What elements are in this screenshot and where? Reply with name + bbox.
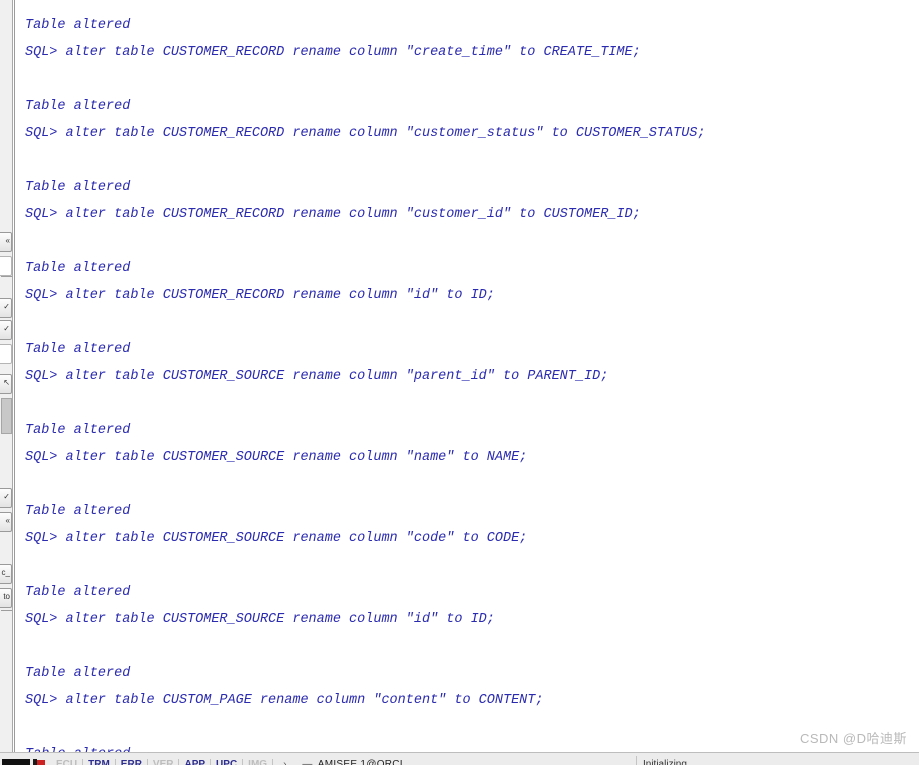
toolbar-button-tool-check-1[interactable]: ✓ <box>0 298 12 318</box>
toolbar-button-tool-label-c[interactable]: c_ <box>0 564 12 584</box>
toolbar-button-run-script[interactable]: « <box>0 232 12 252</box>
console-command-line: SQL> alter table CUSTOM_PAGE rename colu… <box>25 693 544 708</box>
tool-label-to-icon: to <box>3 592 10 601</box>
console-result-line: Table altered <box>25 99 131 114</box>
console-result-line: Table altered <box>25 423 131 438</box>
toolbar-scroll-thumb[interactable] <box>1 398 12 434</box>
console-command-line: SQL> alter table CUSTOMER_SOURCE rename … <box>25 531 528 546</box>
status-message: Initializing... <box>643 758 696 765</box>
status-indicator-err[interactable]: ERR <box>116 758 148 765</box>
status-indicator-upc[interactable]: UPC <box>211 758 244 765</box>
connection-name: AMISEE 1@ORCL <box>317 758 406 765</box>
vertical-toolbar-strip[interactable]: « ✓ ✓ ↖ ✓ « c_to <box>0 0 13 752</box>
toolbar-button-tool-collapse[interactable]: « <box>0 512 12 532</box>
status-bar-right: Initializing... <box>636 756 695 765</box>
console-result-line: Table altered <box>25 342 131 357</box>
console-result-line: Table altered <box>21 741 919 752</box>
console-command-line: SQL> alter table CUSTOMER_RECORD rename … <box>25 126 706 141</box>
console-result-line: Table altered <box>25 180 131 195</box>
console-command-line: SQL> alter table CUSTOMER_SOURCE rename … <box>25 612 495 627</box>
tool-check-3-icon: ✓ <box>3 492 10 501</box>
toolbar-separator <box>1 276 12 277</box>
status-indicator-ecu[interactable]: ECU <box>51 758 84 765</box>
status-indicator-ver[interactable]: VER <box>148 758 180 765</box>
script-output-pane[interactable]: Table altered SQL> alter table CUSTOMER_R… <box>14 0 919 752</box>
console-result-line: Table altered <box>25 18 131 33</box>
watermark: CSDN @D哈迪斯 <box>799 731 907 746</box>
tool-collapse-icon: « <box>5 516 10 525</box>
toolbar-button-tool-label-to[interactable]: to <box>0 588 12 608</box>
toolbar-button-tool-check-3[interactable]: ✓ <box>0 488 12 508</box>
console-result-line: Table altered <box>25 666 131 681</box>
console-command-line: SQL> alter table CUSTOMER_RECORD rename … <box>25 45 641 60</box>
console-result-line: Table altered <box>25 504 131 519</box>
toolbar-button-tool-blank-2[interactable] <box>0 344 12 364</box>
tool-label-c-icon: c_ <box>1 568 10 577</box>
console-command-line: SQL> alter table CUSTOMER_SOURCE rename … <box>25 369 609 384</box>
sql-console-window: « ✓ ✓ ↖ ✓ « c_to Table altered SQL> alter table… <box>0 0 919 765</box>
tool-arrow-1-icon: ↖ <box>3 378 10 387</box>
connection-dash: — <box>302 758 313 765</box>
toolbar-separator <box>1 610 12 611</box>
console-command-line: SQL> alter table CUSTOMER_RECORD rename … <box>25 288 495 303</box>
script-output-text[interactable]: Table altered SQL> alter table CUSTOMER_R… <box>15 0 919 752</box>
connection-status[interactable]: — AMISEE 1@ORCL <box>296 759 411 765</box>
status-bar-left: ECU TRM ERR VER APP UPC IMG › — AMISEE 1@ORCL <box>0 756 412 765</box>
console-command-line: SQL> alter table CUSTOMER_SOURCE rename … <box>25 450 528 465</box>
console-command-line: SQL> alter table CUSTOMER_RECORD rename … <box>25 207 641 222</box>
status-indicator-app[interactable]: APP <box>179 758 212 765</box>
toolbar-button-tool-check-2[interactable]: ✓ <box>0 320 12 340</box>
tool-check-1-icon: ✓ <box>3 302 10 311</box>
color-swatch-icon <box>2 759 30 765</box>
status-bar: ECU TRM ERR VER APP UPC IMG › — AMISEE 1@ORCL I… <box>0 752 919 765</box>
flag-icon <box>33 759 45 765</box>
run-script-icon: « <box>5 236 10 245</box>
tool-check-2-icon: ✓ <box>3 324 10 333</box>
console-result-line: Table altered <box>25 261 131 276</box>
toolbar-button-tool-blank-1[interactable] <box>0 256 12 276</box>
status-indicator-img[interactable]: IMG <box>243 758 274 765</box>
status-arrow-icon[interactable]: › <box>273 759 296 765</box>
status-indicator-trm[interactable]: TRM <box>83 758 116 765</box>
console-result-line: Table altered <box>25 585 131 600</box>
toolbar-button-tool-arrow-1[interactable]: ↖ <box>0 374 12 394</box>
